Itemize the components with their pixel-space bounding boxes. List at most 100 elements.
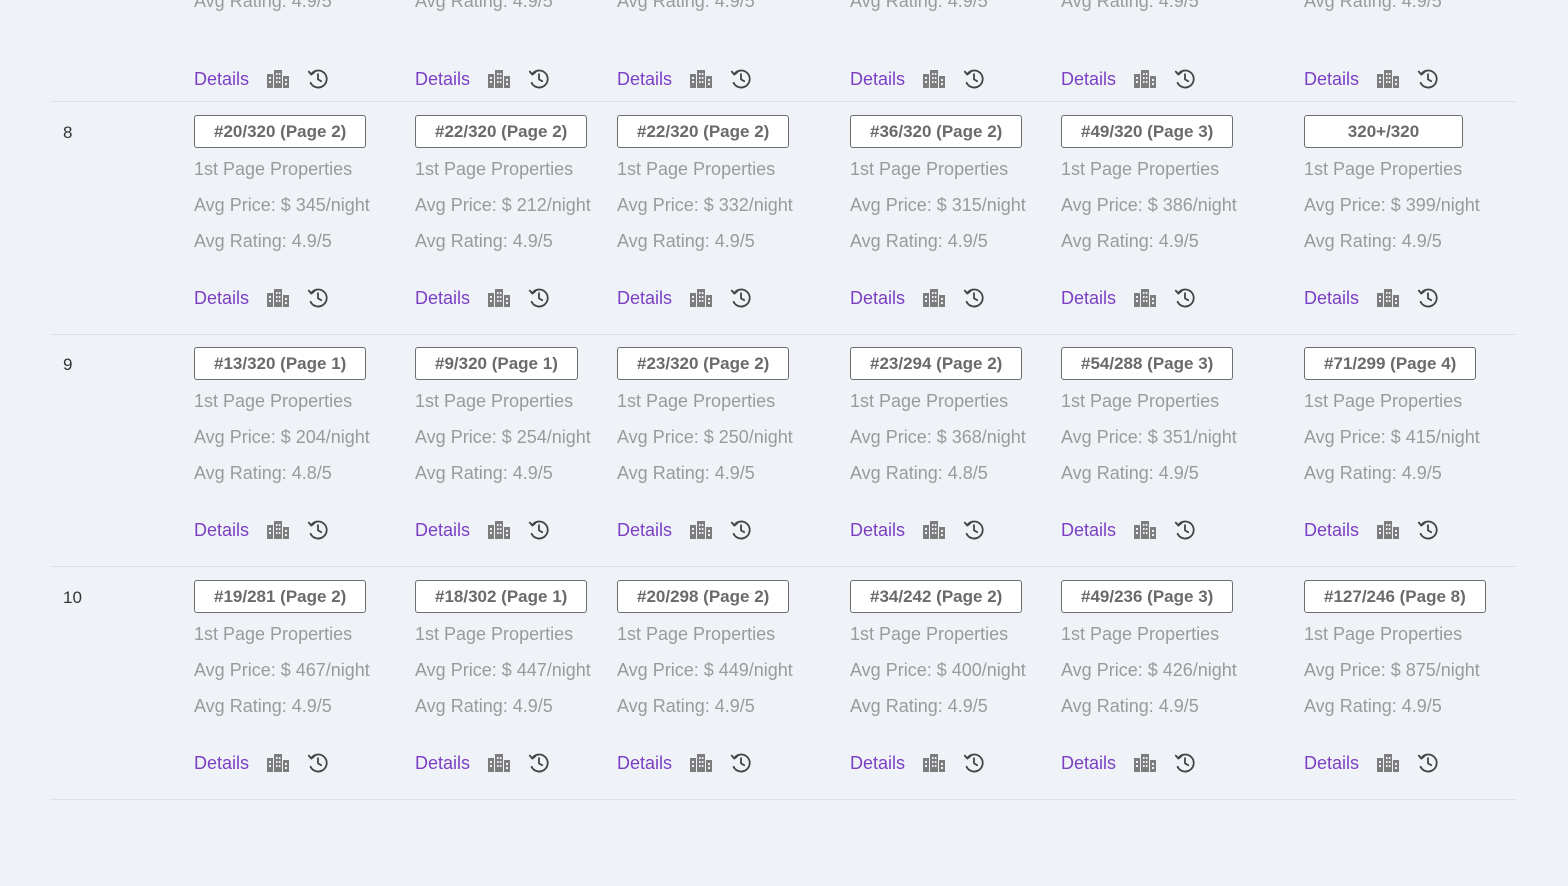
first-page-properties-label: 1st Page Properties [617,624,776,644]
history-clock-icon[interactable] [730,68,752,90]
history-clock-icon[interactable] [307,287,329,309]
history-clock-icon[interactable] [963,519,985,541]
building-icon[interactable] [1133,288,1157,308]
building-icon[interactable] [266,288,290,308]
history-clock-icon[interactable] [1417,287,1439,309]
details-link[interactable]: Details [1061,69,1116,90]
ranking-cell: #127/246 (Page 8) 1st Page Properties Avg … [1304,580,1486,773]
details-link[interactable]: Details [850,288,905,309]
row-number: 8 [63,123,73,142]
details-link[interactable]: Details [617,288,672,309]
history-clock-icon[interactable] [730,519,752,541]
avg-rating: Avg Rating: 4.9/5 [415,231,553,251]
building-icon[interactable] [922,753,946,773]
building-icon[interactable] [1133,69,1157,89]
building-icon[interactable] [689,753,713,773]
history-clock-icon[interactable] [307,752,329,774]
history-clock-icon[interactable] [528,287,550,309]
history-clock-icon[interactable] [963,752,985,774]
first-page-properties-label: 1st Page Properties [415,624,574,644]
building-icon[interactable] [266,69,290,89]
details-link[interactable]: Details [850,520,905,541]
history-clock-icon[interactable] [1174,519,1196,541]
details-link[interactable]: Details [1304,288,1359,309]
building-icon[interactable] [922,520,946,540]
building-icon[interactable] [689,288,713,308]
details-link[interactable]: Details [415,69,470,90]
history-clock-icon[interactable] [307,68,329,90]
details-link[interactable]: Details [1061,520,1116,541]
details-link[interactable]: Details [617,69,672,90]
ranking-cell: 320+/320 1st Page Properties Avg Price: $ … [1304,115,1480,308]
details-link[interactable]: Details [194,753,249,774]
avg-price: Avg Price: $ 449/night [617,660,793,680]
building-icon[interactable] [922,288,946,308]
row-number: 10 [63,588,82,607]
history-clock-icon[interactable] [1417,519,1439,541]
history-clock-icon[interactable] [730,287,752,309]
building-icon[interactable] [266,520,290,540]
rank-badge: #23/320 (Page 2) [617,347,790,380]
avg-price: Avg Price: $ 212/night [415,195,591,215]
details-link[interactable]: Details [194,69,249,90]
rank-badge: 320+/320 [1304,115,1463,148]
history-clock-icon[interactable] [1417,68,1439,90]
cell-actions: Details [850,519,985,541]
building-icon[interactable] [1133,520,1157,540]
building-icon[interactable] [487,69,511,89]
history-clock-icon[interactable] [1174,287,1196,309]
details-link[interactable]: Details [194,288,249,309]
building-icon[interactable] [922,69,946,89]
avg-rating: Avg Rating: 4.9/5 [194,696,332,716]
building-icon[interactable] [487,753,511,773]
history-clock-icon[interactable] [730,752,752,774]
avg-rating: Avg Rating: 4.9/5 [1061,0,1199,11]
details-link[interactable]: Details [1304,520,1359,541]
details-link[interactable]: Details [1304,69,1359,90]
details-link[interactable]: Details [1061,288,1116,309]
building-icon[interactable] [689,520,713,540]
building-icon[interactable] [487,520,511,540]
avg-rating: Avg Rating: 4.9/5 [194,0,332,11]
history-clock-icon[interactable] [307,519,329,541]
building-icon[interactable] [1133,753,1157,773]
details-link[interactable]: Details [415,520,470,541]
history-clock-icon[interactable] [1174,752,1196,774]
cell-actions: Details [850,68,985,90]
ranking-cell: #54/288 (Page 3) 1st Page Properties Avg P… [1061,347,1237,540]
first-page-properties-label: 1st Page Properties [1061,624,1220,644]
details-link[interactable]: Details [415,753,470,774]
details-link[interactable]: Details [194,520,249,541]
details-link[interactable]: Details [1304,753,1359,774]
history-clock-icon[interactable] [528,68,550,90]
rank-badge: #20/298 (Page 2) [617,580,790,613]
building-icon[interactable] [487,288,511,308]
first-page-properties-label: 1st Page Properties [415,159,574,179]
details-link[interactable]: Details [850,753,905,774]
avg-rating: Avg Rating: 4.9/5 [617,231,755,251]
cell-actions: Details [850,752,985,774]
details-link[interactable]: Details [415,288,470,309]
details-link[interactable]: Details [617,520,672,541]
history-clock-icon[interactable] [1417,752,1439,774]
building-icon[interactable] [1376,288,1400,308]
building-icon[interactable] [689,69,713,89]
rank-badge: #19/281 (Page 2) [194,580,367,613]
building-icon[interactable] [1376,69,1400,89]
history-clock-icon[interactable] [963,287,985,309]
history-clock-icon[interactable] [1174,68,1196,90]
details-link[interactable]: Details [850,69,905,90]
cell-actions: Details [1061,287,1196,309]
building-icon[interactable] [1376,753,1400,773]
ranking-cell: Avg Rating: 4.9/5 Details [1061,0,1199,89]
history-clock-icon[interactable] [528,752,550,774]
avg-rating: Avg Rating: 4.9/5 [1304,463,1442,483]
first-page-properties-label: 1st Page Properties [617,159,776,179]
building-icon[interactable] [1376,520,1400,540]
history-clock-icon[interactable] [963,68,985,90]
details-link[interactable]: Details [1061,753,1116,774]
building-icon[interactable] [266,753,290,773]
avg-rating: Avg Rating: 4.9/5 [1061,463,1199,483]
history-clock-icon[interactable] [528,519,550,541]
details-link[interactable]: Details [617,753,672,774]
